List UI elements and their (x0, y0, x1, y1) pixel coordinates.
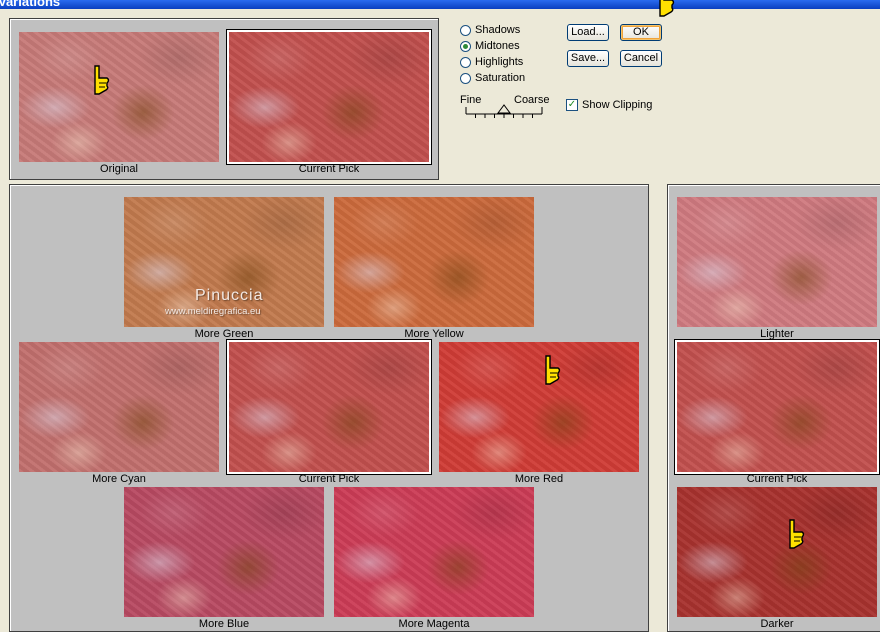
current-pick-thumbnail (227, 30, 431, 164)
more-magenta-thumbnail[interactable] (334, 487, 534, 617)
more-green-caption: More Green (194, 328, 254, 340)
option-saturation[interactable]: Saturation (460, 71, 525, 85)
more-magenta-caption: More Magenta (398, 618, 470, 630)
slider-thumb[interactable] (497, 104, 511, 114)
show-clipping-label: Show Clipping (582, 99, 653, 111)
pointing-hand-icon (659, 0, 675, 17)
pointing-hand-icon (545, 355, 561, 385)
title-bar: Variations (0, 0, 880, 9)
darker-thumbnail[interactable] (677, 487, 877, 617)
lighter-caption: Lighter (760, 328, 794, 340)
highlights-label: Highlights (475, 56, 524, 68)
midtones-radio[interactable] (460, 40, 471, 52)
option-midtones[interactable]: Midtones (460, 39, 520, 53)
saturation-label: Saturation (475, 72, 526, 84)
saturation-radio[interactable] (460, 72, 471, 84)
cancel-button[interactable]: Cancel (620, 50, 662, 67)
option-highlights[interactable]: Highlights (460, 55, 523, 69)
show-clipping-checkbox[interactable]: ✓ (566, 99, 578, 111)
more-yellow-caption: More Yellow (404, 328, 464, 340)
more-blue-caption: More Blue (198, 618, 250, 630)
more-cyan-caption: More Cyan (92, 473, 146, 485)
original-thumbnail (19, 32, 219, 162)
more-yellow-thumbnail[interactable] (334, 197, 534, 327)
show-clipping-option[interactable]: ✓ Show Clipping (566, 99, 652, 111)
highlights-radio[interactable] (460, 56, 471, 68)
pointing-hand-icon (94, 65, 110, 95)
pointing-hand-icon (789, 519, 805, 549)
watermark-url: www.meldiregrafica.eu (165, 306, 261, 317)
ok-button[interactable]: OK (620, 24, 662, 41)
load-button[interactable]: Load... (567, 24, 609, 41)
fine-coarse-slider[interactable] (462, 104, 548, 120)
midtones-label: Midtones (475, 40, 520, 52)
center-current-pick-thumbnail (227, 340, 431, 474)
more-red-thumbnail[interactable] (439, 342, 639, 472)
shadows-radio[interactable] (460, 24, 471, 36)
center-current-pick-caption: Current Pick (298, 473, 360, 485)
more-red-caption: More Red (514, 473, 564, 485)
current-pick-caption: Current Pick (298, 163, 360, 175)
window-title: Variations (0, 0, 61, 9)
more-blue-thumbnail[interactable] (124, 487, 324, 617)
lighter-thumbnail[interactable] (677, 197, 877, 327)
brightness-current-pick-caption: Current Pick (746, 473, 808, 485)
brightness-current-pick-thumbnail (675, 340, 879, 474)
watermark-title: Pinuccia (195, 287, 264, 304)
option-shadows[interactable]: Shadows (460, 23, 520, 37)
original-caption: Original (100, 163, 138, 175)
more-cyan-thumbnail[interactable] (19, 342, 219, 472)
darker-caption: Darker (760, 618, 794, 630)
shadows-label: Shadows (475, 24, 521, 36)
save-button[interactable]: Save... (567, 50, 609, 67)
